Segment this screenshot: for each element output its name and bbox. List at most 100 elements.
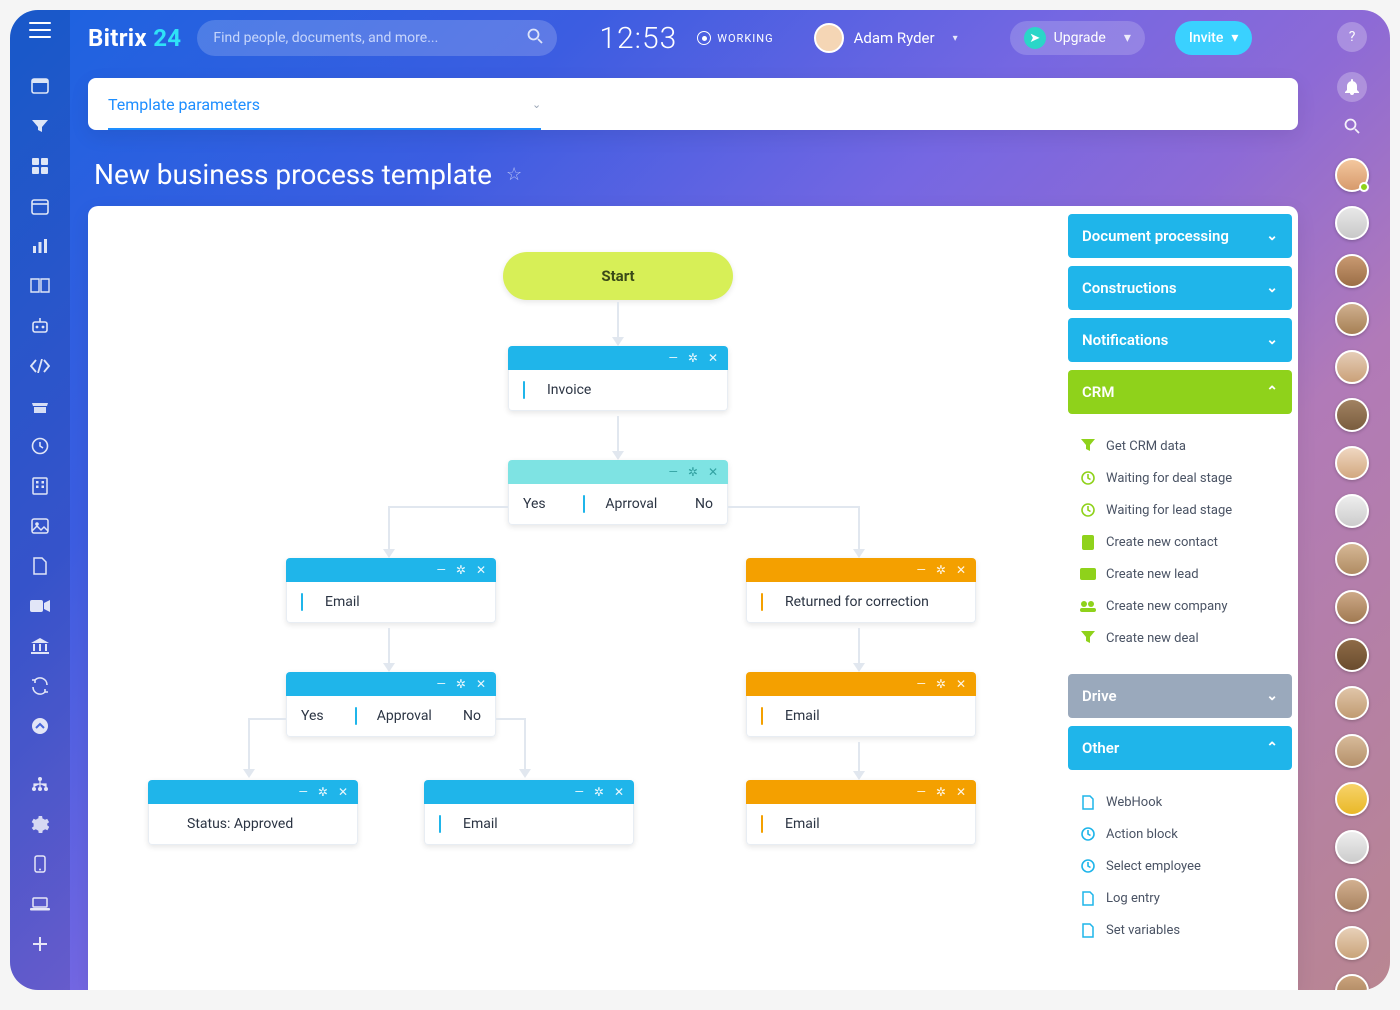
- contact-avatar[interactable]: [1335, 350, 1369, 384]
- image-icon[interactable]: [30, 516, 50, 536]
- page-icon[interactable]: [30, 556, 50, 576]
- favorite-star-icon[interactable]: ☆: [506, 164, 522, 185]
- palette-section-document-processing[interactable]: Document processing ⌄: [1068, 214, 1292, 258]
- gear-icon[interactable]: ✲: [936, 563, 946, 577]
- palette-section-constructions[interactable]: Constructions ⌄: [1068, 266, 1292, 310]
- building-icon[interactable]: [30, 476, 50, 496]
- contact-avatar[interactable]: [1335, 878, 1369, 912]
- search-icon[interactable]: [527, 28, 543, 48]
- right-search-icon[interactable]: [1344, 118, 1360, 138]
- contact-avatar[interactable]: [1335, 638, 1369, 672]
- palette-item[interactable]: Select employee: [1074, 850, 1286, 882]
- node-approval-2[interactable]: —✲✕ Yes Approval No: [286, 672, 496, 737]
- close-icon[interactable]: ✕: [708, 351, 718, 365]
- node-returned[interactable]: —✲✕ Returned for correction: [746, 558, 976, 623]
- invite-button[interactable]: Invite ▾: [1175, 21, 1252, 55]
- brand-logo[interactable]: Bitrix 24: [88, 24, 181, 52]
- contact-avatar[interactable]: [1335, 590, 1369, 624]
- bank-icon[interactable]: [30, 636, 50, 656]
- gear-icon[interactable]: ✲: [318, 785, 328, 799]
- book-icon[interactable]: [30, 276, 50, 296]
- flow-area[interactable]: Start — ✲ ✕ Invoice — ✲ ✕: [88, 206, 1058, 990]
- palette-item[interactable]: Create new lead: [1074, 558, 1286, 590]
- contact-avatar[interactable]: [1335, 158, 1369, 192]
- node-email-left[interactable]: —✲✕ Email: [286, 558, 496, 623]
- current-user[interactable]: Adam Ryder ▾: [814, 23, 958, 53]
- close-icon[interactable]: ✕: [338, 785, 348, 799]
- contact-avatar[interactable]: [1335, 926, 1369, 960]
- mobile-icon[interactable]: [30, 854, 50, 874]
- contact-avatar[interactable]: [1335, 206, 1369, 240]
- node-email-right-2[interactable]: —✲✕ Email: [746, 780, 976, 845]
- settings-gear-icon[interactable]: [30, 814, 50, 834]
- robot-icon[interactable]: [30, 316, 50, 336]
- minimize-icon[interactable]: —: [437, 677, 446, 691]
- feed-icon[interactable]: [30, 76, 50, 96]
- apps-icon[interactable]: [30, 156, 50, 176]
- hamburger-menu[interactable]: [29, 22, 51, 38]
- minimize-icon[interactable]: —: [299, 785, 308, 799]
- gear-icon[interactable]: ✲: [688, 351, 698, 365]
- close-icon[interactable]: ✕: [956, 785, 966, 799]
- gear-icon[interactable]: ✲: [936, 785, 946, 799]
- filter-icon[interactable]: [30, 116, 50, 136]
- palette-item[interactable]: Set variables: [1074, 914, 1286, 946]
- contact-avatar[interactable]: [1335, 974, 1369, 990]
- gear-icon[interactable]: ✲: [456, 677, 466, 691]
- clock-icon[interactable]: [30, 436, 50, 456]
- close-icon[interactable]: ✕: [708, 465, 718, 479]
- tab-template-parameters[interactable]: Template parameters ⌄: [108, 78, 541, 130]
- contact-avatar[interactable]: [1335, 734, 1369, 768]
- sitemap-icon[interactable]: [30, 774, 50, 794]
- palette-section-other[interactable]: Other ⌃: [1068, 726, 1292, 770]
- palette-section-drive[interactable]: Drive ⌄: [1068, 674, 1292, 718]
- minimize-icon[interactable]: —: [669, 465, 678, 479]
- video-icon[interactable]: [30, 596, 50, 616]
- close-icon[interactable]: ✕: [956, 563, 966, 577]
- contact-avatar[interactable]: [1335, 254, 1369, 288]
- help-icon[interactable]: ?: [1337, 22, 1367, 52]
- close-icon[interactable]: ✕: [956, 677, 966, 691]
- palette-item[interactable]: Log entry: [1074, 882, 1286, 914]
- node-approval-1[interactable]: — ✲ ✕ Yes Aprroval No: [508, 460, 728, 525]
- recycle-icon[interactable]: [30, 676, 50, 696]
- gear-icon[interactable]: ✲: [594, 785, 604, 799]
- contact-avatar[interactable]: [1335, 782, 1369, 816]
- chart-icon[interactable]: [30, 236, 50, 256]
- palette-section-notifications[interactable]: Notifications ⌄: [1068, 318, 1292, 362]
- chevron-down-icon[interactable]: ⌄: [532, 98, 541, 111]
- node-start[interactable]: Start: [503, 252, 733, 300]
- contact-avatar[interactable]: [1335, 830, 1369, 864]
- store-icon[interactable]: [30, 396, 50, 416]
- search-input[interactable]: [213, 30, 541, 46]
- gear-icon[interactable]: ✲: [936, 677, 946, 691]
- palette-item[interactable]: Waiting for deal stage: [1074, 462, 1286, 494]
- palette-item[interactable]: Action block: [1074, 818, 1286, 850]
- minimize-icon[interactable]: —: [917, 677, 926, 691]
- contact-avatar[interactable]: [1335, 686, 1369, 720]
- node-status-approved[interactable]: —✲✕ Status: Approved: [148, 780, 358, 845]
- minimize-icon[interactable]: —: [917, 563, 926, 577]
- gear-icon[interactable]: ✲: [456, 563, 466, 577]
- palette-section-crm[interactable]: CRM ⌃: [1068, 370, 1292, 414]
- gear-icon[interactable]: ✲: [688, 465, 698, 479]
- upgrade-button[interactable]: ➤ Upgrade ▾: [1010, 21, 1145, 55]
- notifications-bell-icon[interactable]: [1337, 72, 1367, 102]
- code-icon[interactable]: [30, 356, 50, 376]
- global-search[interactable]: [197, 20, 557, 56]
- contact-avatar[interactable]: [1335, 398, 1369, 432]
- minimize-icon[interactable]: —: [917, 785, 926, 799]
- laptop-icon[interactable]: [30, 894, 50, 914]
- contact-avatar[interactable]: [1335, 446, 1369, 480]
- palette-item[interactable]: Get CRM data: [1074, 430, 1286, 462]
- working-status[interactable]: WORKING: [697, 31, 773, 45]
- calendar-icon[interactable]: [30, 196, 50, 216]
- minimize-icon[interactable]: —: [437, 563, 446, 577]
- contact-avatar[interactable]: [1335, 542, 1369, 576]
- node-invoice[interactable]: — ✲ ✕ Invoice: [508, 346, 728, 411]
- close-icon[interactable]: ✕: [614, 785, 624, 799]
- contact-avatar[interactable]: [1335, 302, 1369, 336]
- palette-item[interactable]: Waiting for lead stage: [1074, 494, 1286, 526]
- close-icon[interactable]: ✕: [476, 677, 486, 691]
- collapse-up-icon[interactable]: [30, 716, 50, 736]
